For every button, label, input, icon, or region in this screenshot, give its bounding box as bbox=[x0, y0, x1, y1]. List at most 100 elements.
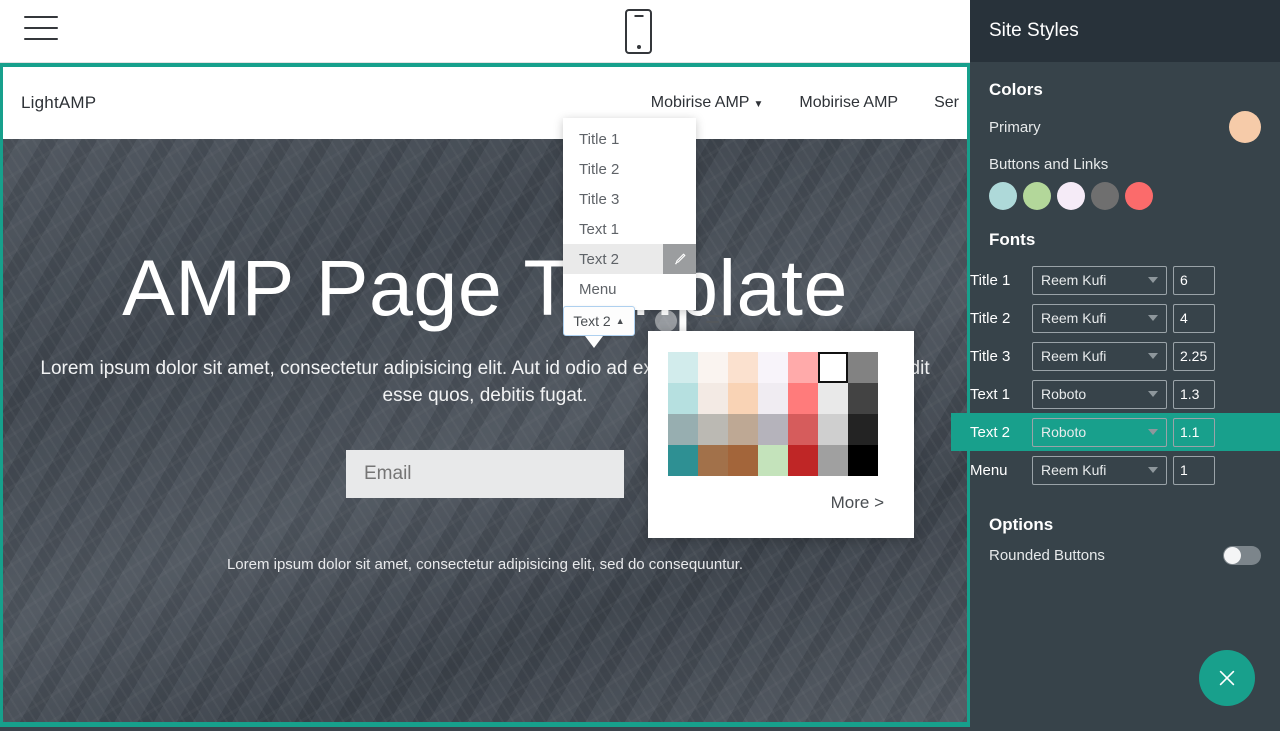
tag-menu-item-label: Title 3 bbox=[579, 190, 620, 208]
palette-swatch[interactable] bbox=[818, 414, 848, 445]
font-row-title-1[interactable]: Title 1 Reem Kufi 6 bbox=[951, 261, 1280, 299]
mobile-preview-icon[interactable] bbox=[625, 9, 652, 54]
color-swatch-grid bbox=[668, 352, 878, 476]
font-size-input[interactable]: 2.25 bbox=[1173, 341, 1215, 371]
palette-swatch[interactable] bbox=[848, 383, 878, 414]
email-input[interactable] bbox=[346, 449, 624, 498]
palette-swatch[interactable] bbox=[818, 352, 848, 383]
palette-swatch[interactable] bbox=[698, 383, 728, 414]
font-row-menu[interactable]: Menu Reem Kufi 1 bbox=[951, 451, 1280, 489]
nav-link-mobirise-amp-dropdown[interactable]: Mobirise AMP ▼ bbox=[651, 94, 764, 112]
palette-swatch[interactable] bbox=[668, 383, 698, 414]
button-color-swatch[interactable] bbox=[1023, 182, 1051, 210]
tag-menu-item-text-2[interactable]: Text 2 bbox=[563, 244, 696, 274]
palette-swatch[interactable] bbox=[668, 414, 698, 445]
font-tag-dropdown-menu[interactable]: Title 1 Title 2 Title 3 Text 1 Text 2 Me… bbox=[563, 118, 696, 310]
font-family-select[interactable]: Roboto bbox=[1032, 417, 1167, 447]
site-navbar: LightAMP Mobirise AMP ▼ Mobirise AMP Ser bbox=[0, 63, 970, 139]
palette-swatch[interactable] bbox=[818, 383, 848, 414]
button-color-swatch[interactable] bbox=[1091, 182, 1119, 210]
palette-swatch[interactable] bbox=[788, 445, 818, 476]
font-family-select[interactable]: Reem Kufi bbox=[1032, 455, 1167, 485]
toggle-knob bbox=[1224, 547, 1241, 564]
palette-swatch[interactable] bbox=[848, 445, 878, 476]
brush-icon[interactable] bbox=[663, 244, 696, 274]
colors-section-heading: Colors bbox=[989, 80, 1043, 99]
site-brand[interactable]: LightAMP bbox=[21, 93, 96, 113]
panel-header: Site Styles bbox=[970, 0, 1280, 62]
palette-swatch[interactable] bbox=[758, 414, 788, 445]
rounded-buttons-label: Rounded Buttons bbox=[989, 547, 1105, 564]
tag-menu-item-title-1[interactable]: Title 1 bbox=[563, 124, 696, 154]
font-row-text-1[interactable]: Text 1 Roboto 1.3 bbox=[951, 375, 1280, 413]
palette-swatch[interactable] bbox=[758, 352, 788, 383]
options-section-heading: Options bbox=[989, 515, 1054, 534]
palette-swatch[interactable] bbox=[758, 383, 788, 414]
toolbar-pointer bbox=[585, 336, 603, 348]
button-color-swatch[interactable] bbox=[1057, 182, 1085, 210]
text-color-swatch[interactable] bbox=[655, 310, 677, 332]
rounded-buttons-toggle[interactable] bbox=[1223, 546, 1261, 565]
hero-title[interactable]: AMP Page Template bbox=[3, 246, 967, 330]
nav-link-mobirise-amp[interactable]: Mobirise AMP bbox=[799, 94, 898, 112]
color-palette-popup[interactable]: More > bbox=[648, 331, 914, 538]
font-tag-label: Text 2 bbox=[573, 313, 611, 329]
palette-swatch[interactable] bbox=[668, 352, 698, 383]
palette-swatch[interactable] bbox=[818, 445, 848, 476]
font-size-input[interactable]: 1 bbox=[1173, 455, 1215, 485]
palette-swatch[interactable] bbox=[848, 414, 878, 445]
font-family-value: Roboto bbox=[1041, 424, 1087, 440]
palette-swatch[interactable] bbox=[728, 414, 758, 445]
hamburger-menu-icon[interactable] bbox=[24, 16, 58, 46]
tag-menu-item-label: Text 1 bbox=[579, 220, 620, 238]
font-size-input[interactable]: 6 bbox=[1173, 265, 1215, 295]
palette-swatch[interactable] bbox=[728, 383, 758, 414]
font-family-select[interactable]: Reem Kufi bbox=[1032, 265, 1167, 295]
hero-footer-text[interactable]: Lorem ipsum dolor sit amet, consectetur … bbox=[105, 556, 865, 573]
font-row-label: Text 2 bbox=[970, 423, 1011, 441]
font-row-title-2[interactable]: Title 2 Reem Kufi 4 bbox=[951, 299, 1280, 337]
primary-color-label: Primary bbox=[989, 118, 1041, 136]
font-family-value: Roboto bbox=[1041, 386, 1087, 402]
editor-toolbar bbox=[0, 0, 970, 63]
palette-swatch[interactable] bbox=[788, 352, 818, 383]
palette-swatch[interactable] bbox=[788, 383, 818, 414]
palette-swatch[interactable] bbox=[728, 352, 758, 383]
palette-swatch[interactable] bbox=[758, 445, 788, 476]
panel-body: Colors Primary Buttons and Links Fonts bbox=[970, 62, 1280, 250]
font-row-title-3[interactable]: Title 3 Reem Kufi 2.25 bbox=[951, 337, 1280, 375]
font-size-input[interactable]: 1.1 bbox=[1173, 417, 1215, 447]
palette-swatch[interactable] bbox=[668, 445, 698, 476]
palette-swatch[interactable] bbox=[698, 352, 728, 383]
font-size-input[interactable]: 1.3 bbox=[1173, 379, 1215, 409]
font-tag-dropdown-button[interactable]: Text 2 ▲ bbox=[563, 306, 635, 348]
primary-color-swatch[interactable] bbox=[1229, 111, 1261, 143]
font-size-input[interactable]: 4 bbox=[1173, 303, 1215, 333]
font-row-text-2[interactable]: Text 2 Roboto 1.1 bbox=[951, 413, 1280, 451]
chevron-down-icon bbox=[1148, 429, 1158, 435]
tag-menu-item-title-3[interactable]: Title 3 bbox=[563, 184, 696, 214]
tag-menu-item-title-2[interactable]: Title 2 bbox=[563, 154, 696, 184]
font-family-select[interactable]: Reem Kufi bbox=[1032, 341, 1167, 371]
palette-swatch[interactable] bbox=[848, 352, 878, 383]
font-settings-list: Title 1 Reem Kufi 6 Title 2 Reem Kufi 4 Title … bbox=[951, 261, 1280, 489]
palette-more-link[interactable]: More > bbox=[831, 493, 884, 513]
phone-home-button bbox=[636, 45, 641, 49]
hamburger-bar bbox=[24, 38, 58, 40]
palette-swatch[interactable] bbox=[698, 445, 728, 476]
nav-link-services[interactable]: Ser bbox=[934, 94, 959, 112]
phone-speaker bbox=[634, 15, 643, 17]
palette-swatch[interactable] bbox=[728, 445, 758, 476]
font-family-select[interactable]: Reem Kufi bbox=[1032, 303, 1167, 333]
button-color-swatch[interactable] bbox=[1125, 182, 1153, 210]
palette-swatch[interactable] bbox=[698, 414, 728, 445]
align-icon[interactable] bbox=[702, 315, 722, 327]
palette-swatch[interactable] bbox=[788, 414, 818, 445]
tag-menu-item-menu[interactable]: Menu bbox=[563, 274, 696, 304]
close-button[interactable] bbox=[1199, 650, 1255, 706]
align-line bbox=[706, 321, 719, 323]
tag-menu-item-text-1[interactable]: Text 1 bbox=[563, 214, 696, 244]
font-family-select[interactable]: Roboto bbox=[1032, 379, 1167, 409]
button-color-swatch[interactable] bbox=[989, 182, 1017, 210]
chevron-down-icon bbox=[1148, 315, 1158, 321]
